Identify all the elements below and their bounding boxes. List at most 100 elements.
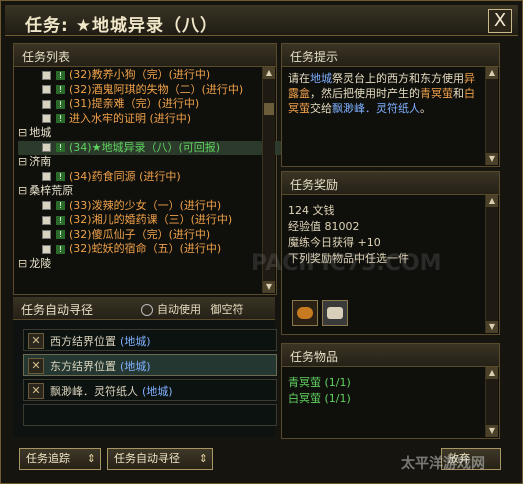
auto-use-option[interactable]: 自动使用 御空符: [141, 301, 244, 317]
checkbox-icon[interactable]: [42, 230, 51, 239]
checkbox-icon[interactable]: [42, 114, 51, 123]
route-map: (地城): [120, 335, 151, 348]
quest-item[interactable]: ! (32)湘儿的婚药课（三）(进行中): [18, 213, 286, 227]
scroll-up-arrow-icon[interactable]: ▲: [263, 67, 275, 79]
quest-item[interactable]: ! (34)★地城异录（八）(可回报): [18, 140, 286, 155]
auto-route-button[interactable]: 任务自动寻径 ⇕: [107, 448, 213, 470]
category-item[interactable]: ⊟ 济南: [18, 155, 262, 169]
auto-route-panel: 任务自动寻径 自动使用 御空符 ✕ 西方结界位置 (地城) ✕ 东方结界位置 (地城) ✕ 飘…: [13, 297, 277, 437]
quest-alert-icon: !: [56, 244, 65, 254]
quest-label: (33)泼辣的少女（一）(进行中): [69, 198, 222, 212]
checkbox-icon[interactable]: [42, 99, 51, 109]
task-list-panel: 任务列表 ! (32)教养小狗（完）(进行中)! (32)酒鬼阿琪的失物（二）(进行…: [13, 43, 286, 295]
scroll-down-arrow-icon[interactable]: ▼: [486, 321, 498, 333]
hint-segment[interactable]: 青冥萤: [420, 87, 453, 100]
reward-item-2-icon[interactable]: [322, 300, 348, 326]
hint-segment[interactable]: 飘渺峰．灵符纸人: [332, 102, 420, 115]
hint-panel: 任务提示 请在地城祭灵台上的西方和东方使用异露盒，然后把使用时产生的青冥萤和白冥…: [281, 43, 500, 167]
checkbox-icon[interactable]: [42, 201, 51, 210]
quest-items-panel: 任务物品 青冥萤 (1/1) 白冥萤 (1/1) ▲ ▼: [281, 343, 500, 439]
quest-item-entry: 白冥萤 (1/1): [288, 392, 351, 405]
reward-line: 124 文钱: [288, 204, 335, 217]
checkbox-icon[interactable]: [42, 172, 51, 181]
hint-segment: 交给: [310, 102, 332, 115]
route-row-empty: [23, 404, 277, 426]
collapse-icon[interactable]: ⊟: [18, 126, 27, 139]
quest-label: (34)药食同源 (进行中): [69, 169, 181, 183]
route-row[interactable]: ✕ 西方结界位置 (地城): [23, 329, 277, 351]
reward-item-1-icon[interactable]: [292, 300, 318, 326]
scroll-down-arrow-icon[interactable]: ▼: [263, 281, 275, 293]
category-label: 地城: [29, 126, 52, 139]
task-list-title: 任务列表: [22, 50, 71, 64]
quest-item[interactable]: ! (32)教养小狗（完）(进行中): [18, 68, 286, 82]
quest-alert-icon: !: [56, 215, 65, 225]
crossed-swords-icon: ✕: [28, 358, 44, 374]
quest-item[interactable]: ! 进入水牢的证明 (进行中): [18, 112, 286, 126]
quest-item[interactable]: ! (34)药食同源 (进行中): [18, 170, 286, 184]
auto-use-item: 御空符: [210, 303, 244, 316]
hint-segment[interactable]: 地城: [310, 72, 332, 85]
scroll-down-arrow-icon[interactable]: ▼: [486, 425, 498, 437]
scroll-thumb[interactable]: [264, 103, 274, 115]
checkbox-icon[interactable]: [42, 244, 51, 254]
collapse-icon[interactable]: ⊟: [18, 184, 27, 197]
quest-alert-icon: !: [56, 172, 65, 181]
quest-items-scrollbar[interactable]: ▲ ▼: [485, 367, 498, 437]
quest-alert-icon: !: [56, 143, 65, 152]
category-item[interactable]: ⊟ 龙陵: [18, 257, 262, 271]
quest-alert-icon: !: [56, 70, 65, 80]
quest-label: (32)傻瓜仙子（完）(进行中): [69, 227, 211, 241]
quest-label: (32)酒鬼阿琪的失物（二）(进行中): [69, 82, 244, 96]
route-map: (地城): [142, 385, 173, 398]
scroll-up-arrow-icon[interactable]: ▲: [486, 195, 498, 207]
quest-label: (32)湘儿的婚药课（三）(进行中): [69, 213, 233, 226]
hint-segment: 和: [453, 87, 464, 100]
watermark: PACIFIC73.COM: [251, 251, 442, 276]
auto-use-checkbox[interactable]: [141, 304, 153, 316]
quest-label: (32)蛇妖的宿命（五）(进行中): [69, 242, 222, 255]
quest-item[interactable]: ! (33)泼辣的少女（一）(进行中): [18, 199, 286, 213]
auto-route-title: 任务自动寻径: [21, 303, 94, 317]
checkbox-icon[interactable]: [42, 70, 51, 80]
reward-line: 魔练今日获得 +10: [288, 236, 381, 249]
quest-label: (34)★地城异录（八）(可回报): [69, 140, 221, 154]
quest-items-title: 任务物品: [290, 350, 339, 364]
quest-item[interactable]: ! (32)酒鬼阿琪的失物（二）(进行中): [18, 83, 286, 97]
category-item[interactable]: ⊟ 地城: [18, 126, 262, 140]
collapse-icon[interactable]: ⊟: [18, 155, 27, 168]
quest-window: 任务: ★地城异录（八） X 任务列表 ! (32)教养小狗（完）(进行中)! (3…: [0, 0, 523, 484]
dropdown-arrow-icon: ⇕: [198, 452, 208, 465]
hint-segment: ，然后把使用时产生的: [310, 87, 420, 100]
category-item[interactable]: ⊟ 桑梓荒原: [18, 184, 262, 198]
task-track-button[interactable]: 任务追踪 ⇕: [19, 448, 101, 470]
route-row[interactable]: ✕ 东方结界位置 (地城): [23, 354, 277, 376]
reward-title: 任务奖励: [290, 178, 339, 192]
quest-item[interactable]: ! (31)提亲难（完）(进行中): [18, 97, 286, 111]
watermark-logo: 太平洋游戏网: [401, 456, 485, 472]
quest-alert-icon: !: [56, 85, 65, 94]
close-icon[interactable]: X: [488, 9, 512, 33]
title-bar: 任务: ★地城异录（八） X: [5, 5, 518, 36]
quest-label: 进入水牢的证明 (进行中): [69, 111, 192, 125]
scroll-down-arrow-icon[interactable]: ▼: [486, 153, 498, 165]
hint-header: 任务提示: [282, 44, 499, 67]
route-map: (地城): [120, 360, 151, 373]
collapse-icon[interactable]: ⊟: [18, 257, 27, 270]
quest-item[interactable]: ! (32)傻瓜仙子（完）(进行中): [18, 228, 286, 242]
quest-items-header: 任务物品: [282, 344, 499, 367]
category-label: 济南: [29, 155, 52, 168]
quest-item[interactable]: ! (32)蛇妖的宿命（五）(进行中): [18, 242, 286, 256]
route-row[interactable]: ✕ 飘渺峰．灵符纸人 (地城): [23, 379, 277, 401]
hint-title: 任务提示: [290, 50, 339, 64]
reward-scrollbar[interactable]: ▲ ▼: [485, 195, 498, 333]
checkbox-icon[interactable]: [42, 85, 51, 94]
scroll-up-arrow-icon[interactable]: ▲: [486, 67, 498, 79]
checkbox-icon[interactable]: [42, 143, 51, 152]
hint-scrollbar[interactable]: ▲ ▼: [485, 67, 498, 165]
quest-label: (31)提亲难（完）(进行中): [69, 97, 200, 110]
checkbox-icon[interactable]: [42, 215, 51, 225]
hint-segment: 请在: [288, 72, 310, 85]
scroll-up-arrow-icon[interactable]: ▲: [486, 367, 498, 379]
window-title: 任务: ★地城异录（八）: [25, 16, 218, 36]
